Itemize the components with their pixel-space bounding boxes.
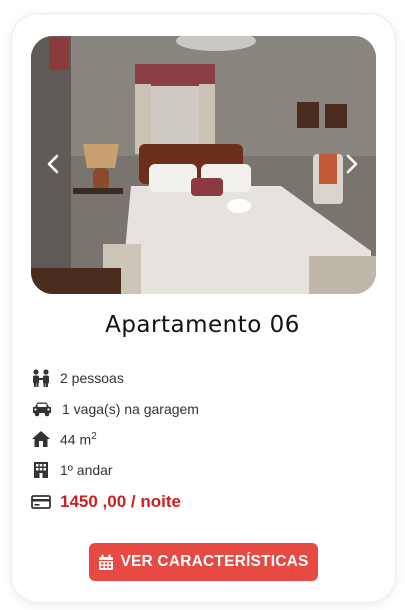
chevron-left-icon bbox=[47, 154, 59, 179]
carousel-next-button[interactable] bbox=[340, 152, 364, 180]
building-icon bbox=[31, 461, 51, 479]
feature-floor: 1º andar bbox=[31, 461, 113, 479]
credit-card-icon bbox=[31, 493, 51, 511]
car-icon bbox=[31, 400, 53, 418]
feature-parking: 1 vaga(s) na garagem bbox=[31, 400, 199, 418]
feature-people: 2 pessoas bbox=[31, 369, 124, 387]
house-icon bbox=[31, 430, 51, 448]
view-features-button[interactable]: VER CARACTERÍSTICAS bbox=[89, 543, 318, 581]
carousel-prev-button[interactable] bbox=[41, 152, 65, 180]
chevron-right-icon bbox=[346, 154, 358, 179]
apartment-photo[interactable] bbox=[31, 36, 376, 294]
view-features-button-label: VER CARACTERÍSTICAS bbox=[120, 553, 309, 570]
feature-floor-text: 1º andar bbox=[60, 462, 113, 478]
feature-area: 44 m2 bbox=[31, 430, 97, 448]
listing-title: Apartamento 06 bbox=[105, 312, 300, 338]
price-text: 1450 ,00 / noite bbox=[60, 492, 181, 511]
feature-people-text: 2 pessoas bbox=[60, 370, 124, 386]
feature-area-text: 44 m2 bbox=[60, 430, 97, 448]
feature-parking-text: 1 vaga(s) na garagem bbox=[62, 401, 199, 417]
people-icon bbox=[31, 369, 51, 387]
feature-price: 1450 ,00 / noite bbox=[31, 492, 181, 512]
calendar-icon bbox=[98, 554, 114, 571]
